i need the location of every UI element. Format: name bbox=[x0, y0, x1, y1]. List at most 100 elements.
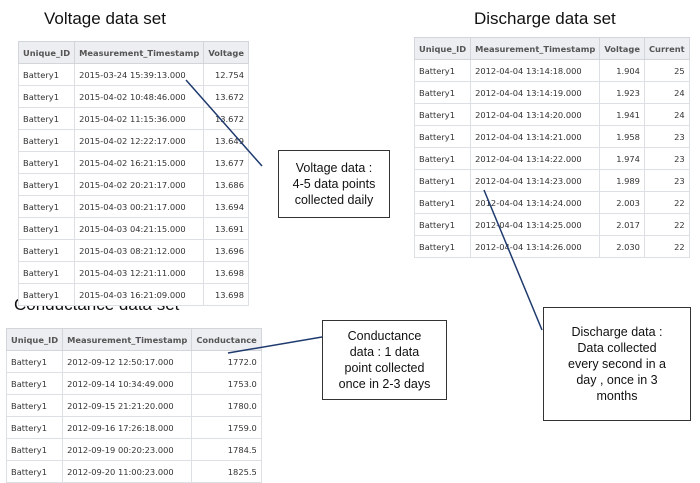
table-cell: 2.017 bbox=[599, 213, 645, 236]
table-cell: 2015-03-24 15:39:13.000 bbox=[74, 63, 205, 86]
table-cell: Battery1 bbox=[17, 261, 76, 284]
note-line: day , once in 3 bbox=[576, 373, 658, 387]
table-cell: 2015-04-03 00:21:17.000 bbox=[74, 195, 205, 218]
column-header: Unique_ID bbox=[5, 328, 64, 351]
table-cell: 13.691 bbox=[203, 217, 249, 240]
note-line: Conductance bbox=[347, 329, 422, 343]
discharge-title: Discharge data set bbox=[474, 9, 616, 28]
table-cell: 2012-04-04 13:14:26.000 bbox=[470, 235, 601, 258]
table-cell: 1784.5 bbox=[191, 438, 262, 461]
table-row: Battery1 2012-04-04 13:14:25.000 2.017 22 bbox=[413, 213, 690, 236]
conductance-note-box: Conductance data : 1 data point collected o… bbox=[322, 320, 447, 400]
voltage-table: Unique_ID Measurement_Timestamp Voltage … bbox=[17, 41, 249, 306]
table-cell: 13.698 bbox=[203, 283, 249, 306]
table-cell: 2012-09-16 17:26:18.000 bbox=[62, 416, 193, 439]
note-line: point collected bbox=[344, 361, 425, 375]
discharge-note-box: Discharge data : Data collected every seco… bbox=[543, 307, 691, 421]
table-row: Battery1 2015-04-03 00:21:17.000 13.694 bbox=[17, 195, 249, 218]
table-cell: 13.694 bbox=[203, 195, 249, 218]
table-row: Battery1 2015-04-03 16:21:09.000 13.698 bbox=[17, 283, 249, 306]
table-cell: Battery1 bbox=[17, 107, 76, 130]
table-cell: 22 bbox=[643, 213, 690, 236]
table-cell: 13.649 bbox=[203, 129, 249, 152]
table-cell: Battery1 bbox=[17, 217, 76, 240]
table-cell: 2012-04-04 13:14:18.000 bbox=[470, 59, 601, 82]
conductance-table-body: Battery1 2012-09-12 12:50:17.000 1772.0 Bat… bbox=[5, 350, 262, 483]
table-cell: 2015-04-03 12:21:11.000 bbox=[74, 261, 205, 284]
table-cell: 2015-04-02 20:21:17.000 bbox=[74, 173, 205, 196]
table-cell: 23 bbox=[643, 169, 690, 192]
table-cell: 1825.5 bbox=[191, 460, 262, 483]
table-row: Battery1 2012-04-04 13:14:20.000 1.941 24 bbox=[413, 103, 690, 126]
column-header: Conductance bbox=[191, 328, 262, 351]
table-row: Battery1 2012-04-04 13:14:24.000 2.003 22 bbox=[413, 191, 690, 214]
table-cell: 25 bbox=[643, 59, 690, 82]
note-line: Discharge data : bbox=[571, 325, 663, 339]
table-row: Battery1 2012-04-04 13:14:26.000 2.030 22 bbox=[413, 235, 690, 258]
table-cell: 1.958 bbox=[599, 125, 645, 148]
table-cell: Battery1 bbox=[413, 125, 472, 148]
table-cell: 1.904 bbox=[599, 59, 645, 82]
table-cell: 2012-04-04 13:14:19.000 bbox=[470, 81, 601, 104]
table-row: Battery1 2012-09-16 17:26:18.000 1759.0 bbox=[5, 416, 262, 439]
column-header: Measurement_Timestamp bbox=[74, 41, 205, 64]
table-row: Battery1 2015-04-03 04:21:15.000 13.691 bbox=[17, 217, 249, 240]
table-cell: Battery1 bbox=[413, 169, 472, 192]
table-cell: 2015-04-03 16:21:09.000 bbox=[74, 283, 205, 306]
voltage-note-box: Voltage data : 4-5 data points collected d… bbox=[278, 150, 390, 218]
table-row: Battery1 2015-04-02 11:15:36.000 13.672 bbox=[17, 107, 249, 130]
table-cell: Battery1 bbox=[17, 85, 76, 108]
discharge-table-body: Battery1 2012-04-04 13:14:18.000 1.904 25 Ba… bbox=[413, 59, 690, 258]
table-cell: 2015-04-03 04:21:15.000 bbox=[74, 217, 205, 240]
table-row: Battery1 2015-04-02 20:21:17.000 13.686 bbox=[17, 173, 249, 196]
note-line: Voltage data : bbox=[295, 161, 373, 175]
note-line: data : 1 data bbox=[349, 345, 420, 359]
table-cell: 1.923 bbox=[599, 81, 645, 104]
column-header: Voltage bbox=[203, 41, 249, 64]
column-header: Unique_ID bbox=[17, 41, 76, 64]
note-line: months bbox=[596, 389, 638, 403]
note-line: 4-5 data points bbox=[292, 177, 376, 191]
table-row: Battery1 2012-09-19 00:20:23.000 1784.5 bbox=[5, 438, 262, 461]
table-cell: Battery1 bbox=[5, 438, 64, 461]
table-cell: Battery1 bbox=[413, 213, 472, 236]
column-header: Unique_ID bbox=[413, 37, 472, 60]
table-cell: 1772.0 bbox=[191, 350, 262, 373]
table-cell: 2015-04-03 08:21:12.000 bbox=[74, 239, 205, 262]
table-cell: 13.686 bbox=[203, 173, 249, 196]
column-header: Current bbox=[643, 37, 690, 60]
table-cell: 24 bbox=[643, 103, 690, 126]
note-line: every second in a bbox=[568, 357, 666, 371]
note-text: Conductance data : 1 data point collected o… bbox=[339, 328, 431, 392]
table-cell: 13.672 bbox=[203, 107, 249, 130]
table-cell: Battery1 bbox=[413, 147, 472, 170]
table-row: Battery1 2012-09-20 11:00:23.000 1825.5 bbox=[5, 460, 262, 483]
table-cell: 13.672 bbox=[203, 85, 249, 108]
table-cell: 2.030 bbox=[599, 235, 645, 258]
table-cell: 2012-09-20 11:00:23.000 bbox=[62, 460, 193, 483]
table-cell: Battery1 bbox=[5, 394, 64, 417]
table-cell: 2012-04-04 13:14:20.000 bbox=[470, 103, 601, 126]
table-cell: 1.989 bbox=[599, 169, 645, 192]
table-cell: 1.974 bbox=[599, 147, 645, 170]
note-line: Data collected bbox=[577, 341, 657, 355]
table-cell: Battery1 bbox=[17, 151, 76, 174]
voltage-title: Voltage data set bbox=[44, 9, 166, 28]
table-cell: Battery1 bbox=[5, 372, 64, 395]
note-text: Discharge data : Data collected every seco… bbox=[568, 324, 666, 404]
note-text: Voltage data : 4-5 data points collected d… bbox=[293, 160, 376, 208]
table-cell: 1759.0 bbox=[191, 416, 262, 439]
table-cell: 2012-09-15 21:21:20.000 bbox=[62, 394, 193, 417]
table-cell: Battery1 bbox=[17, 129, 76, 152]
table-cell: 2012-04-04 13:14:21.000 bbox=[470, 125, 601, 148]
table-cell: 13.677 bbox=[203, 151, 249, 174]
table-cell: 2015-04-02 11:15:36.000 bbox=[74, 107, 205, 130]
table-cell: 13.698 bbox=[203, 261, 249, 284]
table-cell: 2015-04-02 16:21:15.000 bbox=[74, 151, 205, 174]
table-cell: 12.754 bbox=[203, 63, 249, 86]
table-row: Battery1 2015-04-02 12:22:17.000 13.649 bbox=[17, 129, 249, 152]
table-cell: Battery1 bbox=[17, 63, 76, 86]
table-row: Battery1 2012-04-04 13:14:18.000 1.904 25 bbox=[413, 59, 690, 82]
table-cell: 1.941 bbox=[599, 103, 645, 126]
table-cell: 2012-09-19 00:20:23.000 bbox=[62, 438, 193, 461]
